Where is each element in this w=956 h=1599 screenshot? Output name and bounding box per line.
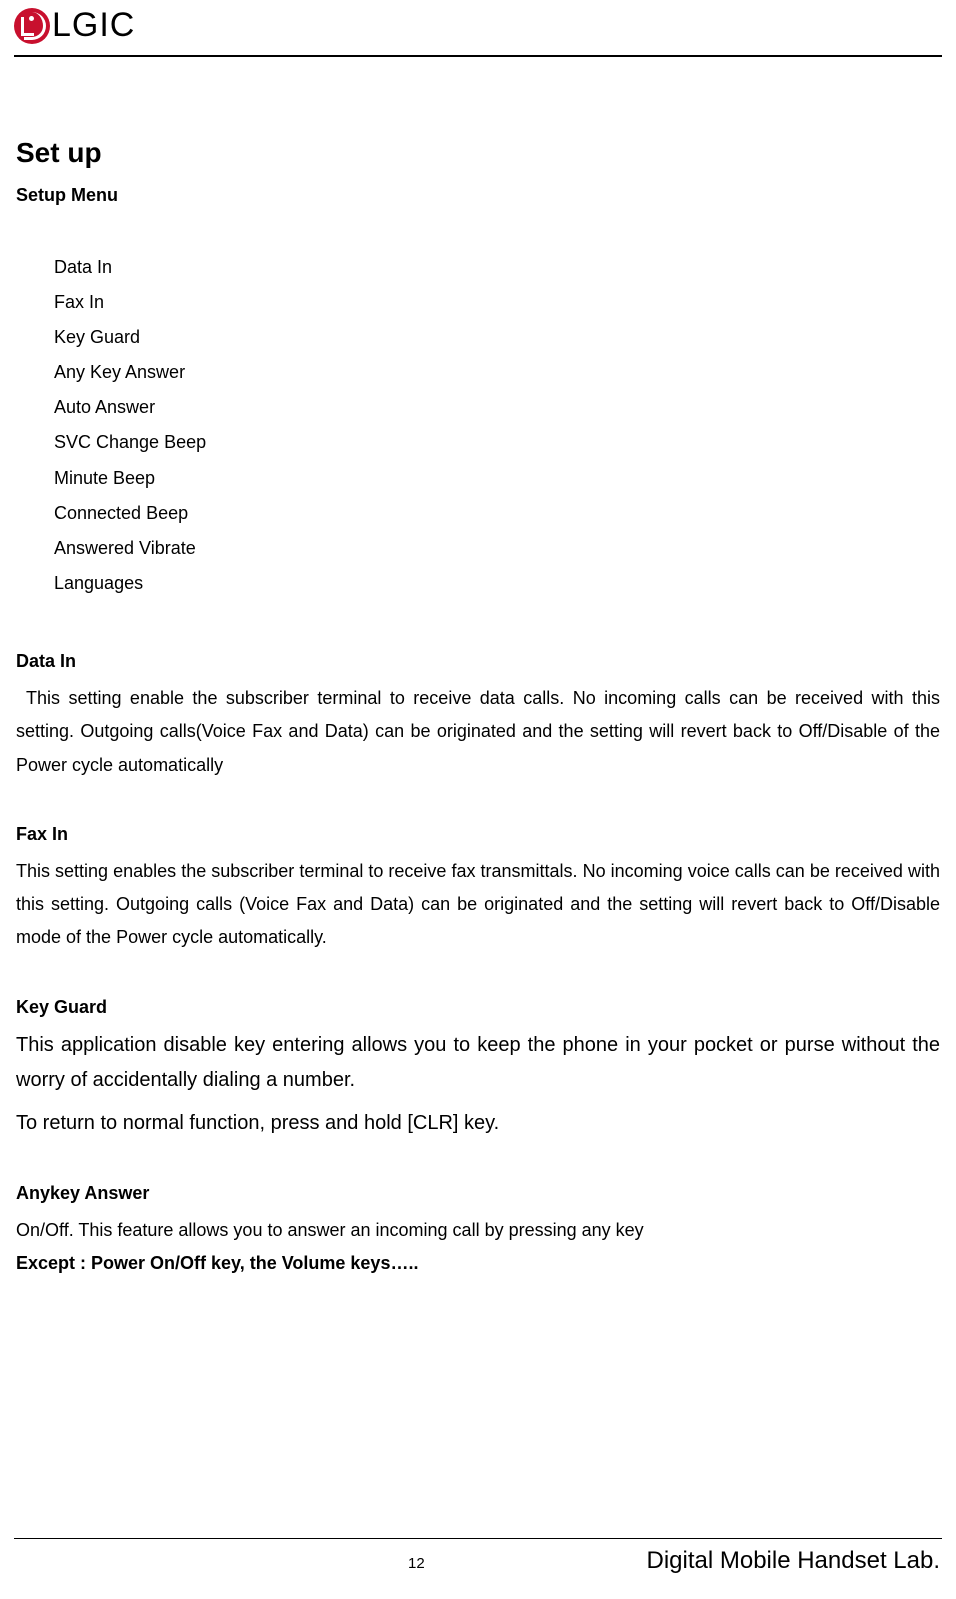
subtitle: Setup Menu	[16, 185, 940, 206]
section-body-anykey: On/Off. This feature allows you to answe…	[16, 1214, 940, 1247]
menu-item: SVC Change Beep	[54, 425, 940, 460]
menu-item: Fax In	[54, 285, 940, 320]
section-heading-data-in: Data In	[16, 651, 940, 672]
footer: 12 Digital Mobile Handset Lab.	[14, 1538, 942, 1575]
section-body-key-guard-2: To return to normal function, press and …	[16, 1106, 940, 1141]
content: Set up Setup Menu Data In Fax In Key Gua…	[0, 57, 956, 1274]
page-number: 12	[408, 1555, 425, 1572]
footer-lab-text: Digital Mobile Handset Lab.	[647, 1547, 941, 1575]
brand-text: LGIC	[52, 6, 135, 45]
menu-item: Auto Answer	[54, 390, 940, 425]
footer-divider	[14, 1538, 942, 1539]
except-line: Except : Power On/Off key, the Volume ke…	[16, 1253, 940, 1274]
section-body-data-in: This setting enable the subscriber termi…	[16, 682, 940, 782]
page-title: Set up	[16, 137, 940, 169]
menu-item: Languages	[54, 566, 940, 601]
menu-item: Key Guard	[54, 320, 940, 355]
section-heading-fax-in: Fax In	[16, 824, 940, 845]
menu-item: Any Key Answer	[54, 355, 940, 390]
lg-logo-icon	[14, 8, 50, 44]
section-body-fax-in: This setting enables the subscriber term…	[16, 855, 940, 955]
section-heading-key-guard: Key Guard	[16, 997, 940, 1018]
menu-item: Answered Vibrate	[54, 531, 940, 566]
menu-item: Connected Beep	[54, 496, 940, 531]
setup-menu-list: Data In Fax In Key Guard Any Key Answer …	[16, 250, 940, 601]
section-body-key-guard-1: This application disable key entering al…	[16, 1028, 940, 1098]
section-heading-anykey: Anykey Answer	[16, 1183, 940, 1204]
header: LGIC	[0, 0, 956, 55]
menu-item: Data In	[54, 250, 940, 285]
menu-item: Minute Beep	[54, 461, 940, 496]
